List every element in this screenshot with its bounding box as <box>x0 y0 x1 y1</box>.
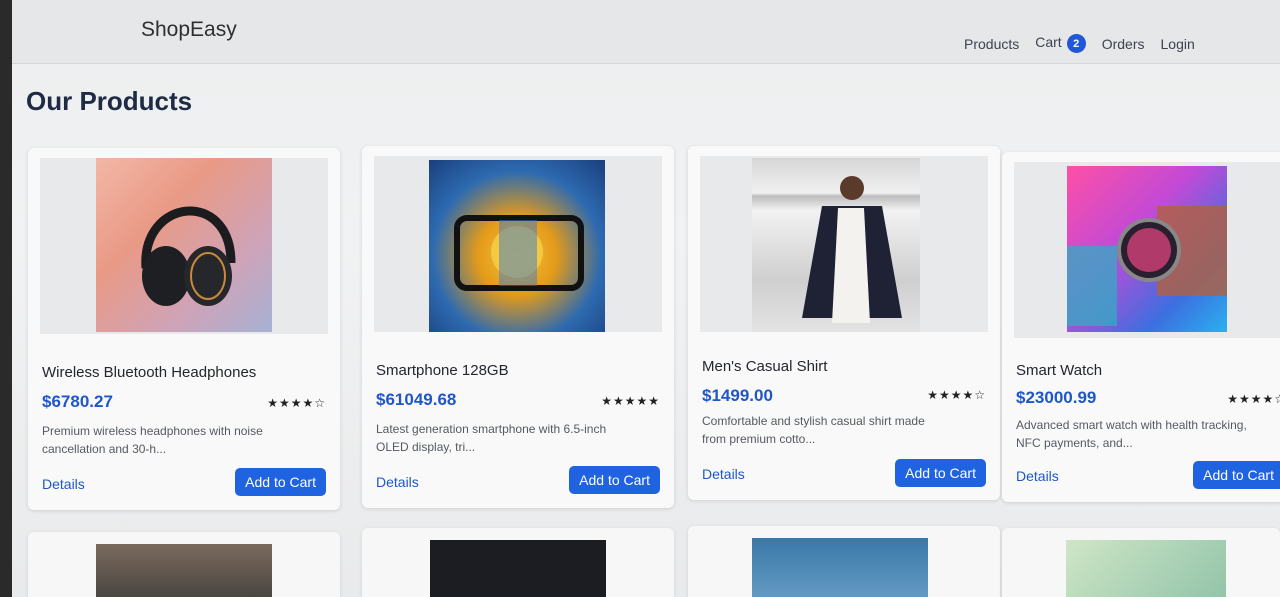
product-card-partial <box>1002 528 1280 597</box>
laptop-image[interactable] <box>430 540 606 597</box>
product-card-partial <box>362 528 674 597</box>
product-image-frame <box>374 156 662 332</box>
product-card: Smart Watch $23000.99 ★★★★☆ Advanced sma… <box>1002 152 1280 502</box>
add-to-cart-button[interactable]: Add to Cart <box>1193 461 1280 489</box>
phone-accessory-image[interactable] <box>1066 540 1226 597</box>
product-name: Smartphone 128GB <box>376 362 509 379</box>
add-to-cart-button[interactable]: Add to Cart <box>235 468 326 496</box>
smart-watch-image[interactable] <box>1067 166 1227 332</box>
nav-link-cart-label: Cart <box>1035 34 1062 51</box>
product-image-frame <box>40 158 328 334</box>
product-description: Latest generation smartphone with 6.5-in… <box>376 422 607 454</box>
product-price: $6780.27 <box>42 392 113 411</box>
cart-count-badge: 2 <box>1066 34 1086 53</box>
product-price: $61049.68 <box>376 390 457 409</box>
star-rating-icon: ★★★★☆ <box>1227 392 1280 406</box>
smartphone-image[interactable] <box>429 160 605 332</box>
nav-link-login[interactable]: Login <box>1161 36 1195 52</box>
browser-viewport: ShopEasy Products Cart 2 Orders Login Our… <box>12 0 1280 597</box>
product-card: Men's Casual Shirt $1499.00 ★★★★☆ Comfor… <box>688 146 1000 500</box>
brand-logo[interactable]: ShopEasy <box>141 18 237 42</box>
product-card-partial <box>688 526 1000 597</box>
product-image-frame <box>1014 162 1280 338</box>
backpack-image[interactable] <box>752 538 928 597</box>
details-link[interactable]: Details <box>42 476 85 492</box>
star-rating-icon: ★★★★★ <box>601 394 660 408</box>
product-name: Smart Watch <box>1016 362 1103 379</box>
nav-link-products[interactable]: Products <box>964 36 1019 52</box>
details-link[interactable]: Details <box>702 466 745 482</box>
product-image-frame <box>700 156 988 332</box>
product-card-partial <box>28 532 340 597</box>
product-description: Advanced smart watch with health trackin… <box>1016 418 1247 450</box>
details-link[interactable]: Details <box>376 474 419 490</box>
product-name: Wireless Bluetooth Headphones <box>42 364 257 381</box>
top-navbar: ShopEasy Products Cart 2 Orders Login <box>12 0 1280 64</box>
nav-link-orders[interactable]: Orders <box>1102 36 1145 52</box>
star-rating-icon: ★★★★☆ <box>927 388 986 402</box>
add-to-cart-button[interactable]: Add to Cart <box>895 459 986 487</box>
page-title: Our Products <box>26 86 193 116</box>
shirt-model-image[interactable] <box>752 158 920 332</box>
product-card: Smartphone 128GB $61049.68 ★★★★★ Latest … <box>362 146 674 508</box>
nav-links: Products Cart 2 Orders Login <box>964 34 1211 53</box>
details-link[interactable]: Details <box>1016 468 1059 484</box>
product-description: Premium wireless headphones with noise c… <box>42 424 263 456</box>
coffee-machine-image[interactable] <box>96 544 272 597</box>
product-price: $23000.99 <box>1016 388 1097 407</box>
star-rating-icon: ★★★★☆ <box>267 396 326 410</box>
product-card: Wireless Bluetooth Headphones $6780.27 ★… <box>28 148 340 510</box>
product-name: Men's Casual Shirt <box>702 358 828 375</box>
product-price: $1499.00 <box>702 386 773 405</box>
headphones-image[interactable] <box>96 158 272 332</box>
add-to-cart-button[interactable]: Add to Cart <box>569 466 660 494</box>
product-description: Comfortable and stylish casual shirt mad… <box>702 414 925 446</box>
nav-link-cart[interactable]: Cart 2 <box>1035 34 1086 53</box>
